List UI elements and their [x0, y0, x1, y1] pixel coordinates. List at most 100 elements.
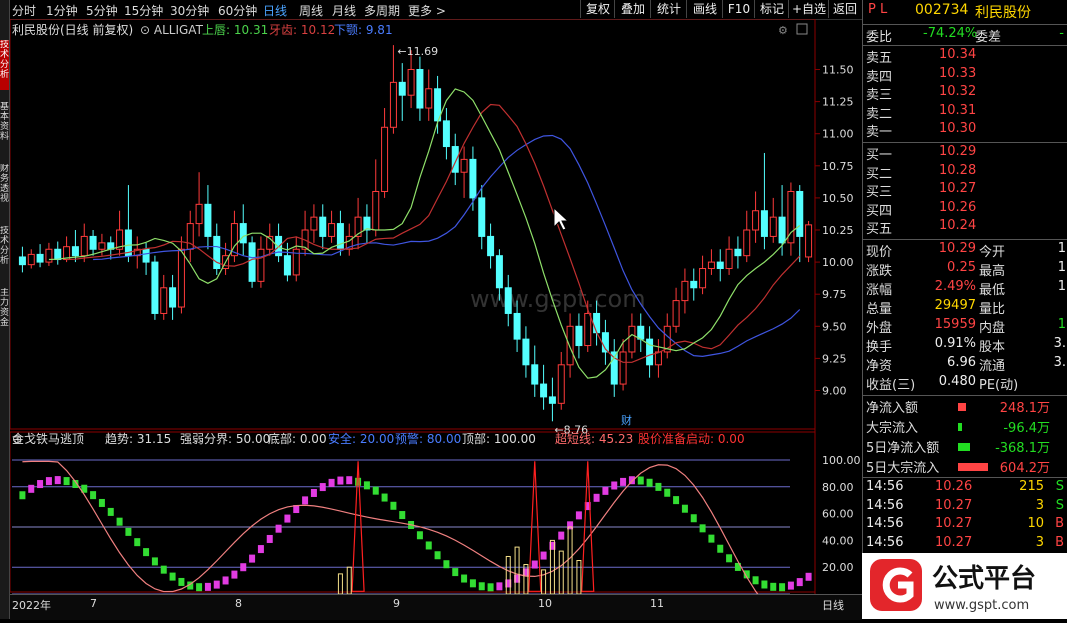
osc-block: [779, 583, 786, 592]
period-tab-0[interactable]: 分时: [12, 2, 36, 19]
osc-block: [425, 541, 432, 550]
candle: [601, 319, 609, 365]
quote-value: 29497: [934, 298, 976, 313]
weibi-row: 委比 -74.24% 委差 -: [863, 26, 1067, 46]
toolbar-button-4[interactable]: F10: [722, 0, 755, 18]
period-tab-5[interactable]: 60分钟: [218, 2, 257, 19]
toolbar-button-6[interactable]: +自选: [788, 0, 829, 18]
bid-price: 10.24: [939, 218, 977, 233]
header-settings-icon[interactable]: ⚙: [778, 24, 788, 37]
osc-block: [196, 583, 203, 592]
candle: [442, 108, 450, 160]
candle-body: [36, 253, 44, 263]
price-tick-label: 9.50: [822, 320, 847, 333]
finance-marker[interactable]: 财: [621, 413, 632, 427]
toolbar-button-5[interactable]: 标记: [754, 0, 789, 18]
osc-block: [540, 551, 547, 560]
ask-label: 卖一: [866, 125, 893, 140]
sub-tick-label: 40.00: [822, 534, 854, 547]
period-tab-2[interactable]: 5分钟: [86, 2, 118, 19]
osc-block: [761, 580, 768, 589]
osc-block: [602, 486, 609, 495]
kline-chart[interactable]: 利民股份(日线 前复权) ⊙ ALLIGAT 上唇: 10.31 牙齿: 10.12下…: [9, 18, 862, 619]
candle: [319, 204, 327, 250]
osc-block: [496, 582, 503, 591]
quote-row: 涨跌 0.25 最高 1: [863, 260, 1067, 280]
header-close-icon[interactable]: [796, 23, 808, 35]
period-tab-1[interactable]: 1分钟: [46, 2, 78, 19]
candle-body: [71, 246, 79, 257]
vertical-tab-4[interactable]: 主力资金: [0, 288, 9, 338]
period-toolbar: 分时 1分钟 5分钟 15分钟 30分钟 60分钟 日线 周线 月线 多周期 更多 > 复权 叠加 统计画…: [10, 0, 862, 20]
osc-block: [249, 554, 256, 563]
quote-label: 涨幅: [866, 283, 893, 298]
candle: [725, 236, 733, 275]
period-tab-4[interactable]: 30分钟: [170, 2, 209, 19]
period-tab-3[interactable]: 15分钟: [124, 2, 163, 19]
period-tab-8[interactable]: 月线: [332, 2, 356, 19]
price-tick-label: 9.25: [822, 352, 847, 365]
price-tick-label: 10.75: [822, 160, 854, 173]
candle: [478, 185, 486, 250]
osc-block: [284, 514, 291, 523]
candle: [328, 210, 336, 243]
candle-body: [177, 248, 185, 308]
period-tab-7[interactable]: 周线: [299, 2, 323, 19]
toolbar-button-2[interactable]: 统计: [650, 0, 687, 18]
osc-block: [213, 580, 220, 589]
toolbar-button-3[interactable]: 画线: [686, 0, 723, 18]
bid-row: 买五 10.24: [863, 218, 1067, 238]
osc-block: [178, 577, 185, 586]
osc-block: [390, 501, 397, 510]
candle-body: [584, 312, 592, 347]
candle: [195, 172, 203, 237]
osc-block: [37, 480, 44, 489]
vertical-tab-1[interactable]: 基本资料: [0, 102, 9, 152]
tick-row: 14:56 10.26 215 S: [863, 479, 1067, 499]
vertical-tab-2[interactable]: 财务透视: [0, 164, 9, 214]
divider: [863, 142, 1067, 143]
indicator-name: ⊙ ALLIGAT: [140, 23, 204, 37]
quote-label-right: 量比: [979, 302, 1006, 317]
toolbar-button-7[interactable]: 返回: [828, 0, 861, 18]
quote-label-right: 内盘: [979, 321, 1006, 336]
osc-block: [611, 481, 618, 490]
toolbar-button-0[interactable]: 复权: [580, 0, 615, 18]
osc-block: [381, 493, 388, 502]
chart-area[interactable]: 利民股份(日线 前复权) ⊙ ALLIGAT 上唇: 10.31 牙齿: 10.12 下…: [9, 18, 862, 619]
vertical-tab-0[interactable]: 技术分析: [0, 40, 9, 90]
vertical-tab-3[interactable]: 技术分析: [0, 226, 9, 276]
flow-label: 大宗流入: [866, 421, 919, 436]
price-tick-label: 10.50: [822, 192, 854, 205]
period-tab-6[interactable]: 日线: [263, 2, 287, 19]
candle: [557, 351, 565, 410]
divider: [863, 395, 1067, 396]
candle-body: [27, 253, 35, 266]
candle: [372, 159, 380, 237]
candle: [151, 255, 159, 320]
candle: [522, 326, 530, 378]
quote-row: 涨幅 2.49% 最低 1: [863, 279, 1067, 299]
candle: [690, 268, 698, 301]
flow-value: 248.1万: [999, 401, 1050, 416]
panel-title-row: P L 002734 利民股份: [863, 2, 1067, 22]
candle-body: [743, 229, 751, 257]
flow-row: 大宗流入 -96.4万: [863, 417, 1067, 437]
ask-row: 卖四 10.33: [863, 66, 1067, 86]
candle: [381, 108, 389, 198]
candle-body: [169, 287, 177, 308]
osc-block: [372, 486, 379, 495]
quote-label: 外盘: [866, 321, 893, 336]
osc-block: [204, 582, 211, 591]
quote-label: 换手: [866, 340, 893, 355]
sub-tick-label: 80.00: [822, 481, 854, 494]
period-tab-10[interactable]: 更多 >: [408, 2, 446, 19]
toolbar-button-1[interactable]: 叠加: [614, 0, 651, 18]
sub-label-bottom: 底部: 0.00: [268, 431, 327, 446]
period-tab-9[interactable]: 多周期: [364, 2, 400, 19]
oscillator: [19, 476, 812, 592]
quote-value: 0.480: [938, 374, 976, 389]
osc-block: [143, 548, 150, 557]
quote-row: 净资 6.96 流通 3.: [863, 355, 1067, 375]
osc-block: [699, 524, 706, 533]
